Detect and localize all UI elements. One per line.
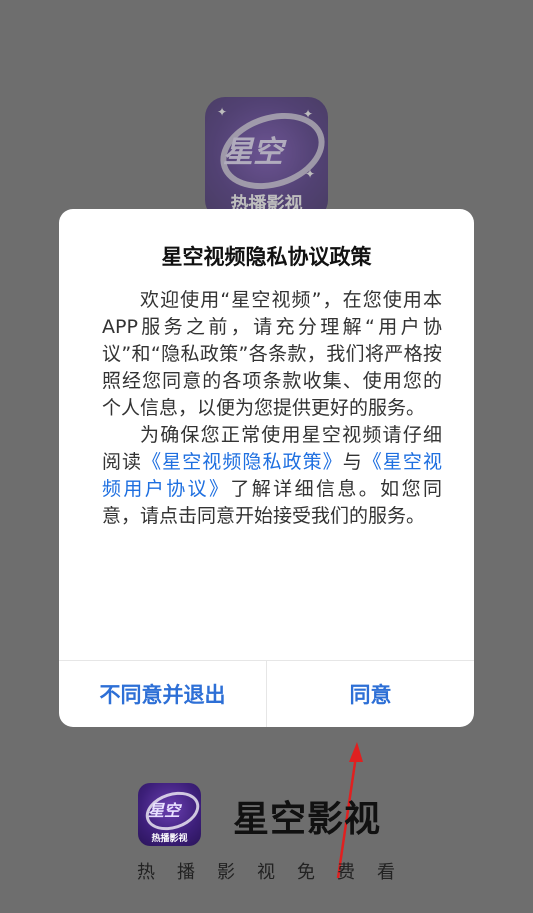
brand-name: 星空影视 [233, 799, 382, 840]
privacy-dialog: 星空视频隐私协议政策 欢迎使用“星空视频”，在您使用本APP服务之前，请充分理解… [59, 209, 474, 727]
logo-text: 星空 [223, 135, 283, 170]
app-logo-icon: ✦ ✦ ✦ 星空 热播影视 [205, 97, 328, 220]
star-icon: ✦ [217, 105, 228, 119]
dialog-body: 欢迎使用“星空视频”，在您使用本APP服务之前，请充分理解“用户协议”和“隐私政… [102, 287, 442, 530]
dialog-paragraph: 欢迎使用“星空视频”，在您使用本APP服务之前，请充分理解“用户协议”和“隐私政… [102, 289, 442, 419]
dialog-button-row: 不同意并退出 同意 [59, 660, 474, 727]
slogan: 热播影视免费看 [137, 862, 417, 883]
app-icon: 星空 热播影视 [138, 783, 201, 846]
dialog-paragraph: 为确保您正常使用星空视频请仔细阅读《星空视频隐私政策》与《星空视频用户协议》了解… [102, 422, 442, 530]
logo-text: 星空 [148, 801, 181, 820]
agree-button[interactable]: 同意 [266, 661, 474, 727]
logo-subtext: 热播影视 [151, 834, 188, 844]
decline-and-exit-button[interactable]: 不同意并退出 [59, 661, 266, 727]
paragraph-text: 与 [342, 451, 363, 473]
dialog-title: 星空视频隐私协议政策 [161, 245, 372, 269]
privacy-policy-link[interactable]: 《星空视频隐私政策》 [142, 451, 343, 473]
